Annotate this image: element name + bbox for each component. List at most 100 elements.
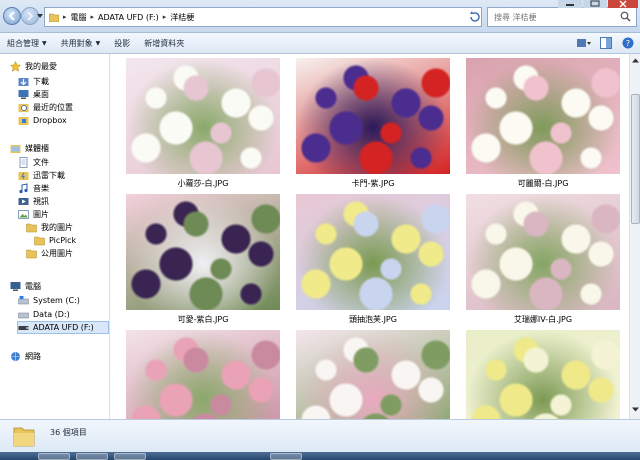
breadcrumb-item-drive[interactable]: ADATA UFD (F:) xyxy=(98,13,159,22)
help-button[interactable]: ? xyxy=(620,35,636,51)
breadcrumb[interactable]: ▸ 電腦 ▸ ADATA UFD (F:) ▸ 洋桔梗 xyxy=(44,7,482,27)
nav-favorites[interactable]: 我的最愛 xyxy=(10,60,57,73)
nav-network[interactable]: 網路 xyxy=(10,350,41,363)
image-thumbnail[interactable] xyxy=(466,58,620,174)
breadcrumb-item-folder[interactable]: 洋桔梗 xyxy=(170,12,194,23)
image-thumbnail[interactable] xyxy=(296,330,450,419)
nav-pictures[interactable]: 圖片 xyxy=(18,208,49,221)
nav-recent-places[interactable]: 最近的位置 xyxy=(18,101,73,114)
back-arrow-icon xyxy=(8,11,15,21)
nav-public-pictures[interactable]: 公用圖片 xyxy=(26,247,73,260)
address-bar: ▸ 電腦 ▸ ADATA UFD (F:) ▸ 洋桔梗 xyxy=(0,0,640,33)
share-label: 共用對象 xyxy=(60,38,93,48)
nav-documents[interactable]: 文件 xyxy=(18,156,49,169)
scrollbar-thumb[interactable] xyxy=(631,94,640,224)
usb-drive-icon xyxy=(18,326,29,330)
nav-picpick[interactable]: PicPick xyxy=(34,234,76,247)
minimize-button[interactable] xyxy=(558,0,582,8)
nav-desktop[interactable]: 桌面 xyxy=(18,88,49,101)
forward-arrow-icon xyxy=(27,11,34,21)
nav-drive-f[interactable]: ADATA UFD (F:) xyxy=(17,321,109,334)
file-name: 頭抽泡芙.JPG xyxy=(349,315,397,324)
file-name: 小蘿莎-白.JPG xyxy=(177,179,229,188)
recent-pages-dropdown-icon[interactable] xyxy=(37,13,43,19)
organize-button[interactable]: 組合管理 ▼ xyxy=(0,34,54,52)
nav-label: System (C:) xyxy=(33,296,80,305)
view-options-button[interactable] xyxy=(576,35,592,51)
taskbar-button[interactable] xyxy=(270,453,302,460)
nav-label: ADATA UFD (F:) xyxy=(33,323,94,332)
nav-drive-c[interactable]: System (C:) xyxy=(18,294,80,307)
folder-icon xyxy=(26,223,37,233)
help-icon: ? xyxy=(622,37,634,49)
pictures-icon xyxy=(18,210,29,219)
nav-drive-d[interactable]: Data (D:) xyxy=(18,308,70,321)
nav-label: 我的圖片 xyxy=(41,223,73,232)
close-button[interactable] xyxy=(608,0,638,8)
navigation-pane: 我的最愛 下載 桌面 最近的位置 Dropbox 媒體櫃 文件 迅雷下載 音樂 … xyxy=(0,54,110,419)
image-thumbnail[interactable] xyxy=(296,194,450,310)
command-bar: 組合管理 ▼ 共用對象 ▼ 投影 新增資料夾 ? xyxy=(0,33,640,54)
search-box[interactable] xyxy=(487,7,637,27)
taskbar-button[interactable] xyxy=(76,453,108,460)
thunder-downloads-icon xyxy=(18,172,29,180)
download-folder-icon xyxy=(18,78,29,86)
new-folder-label: 新增資料夾 xyxy=(144,38,185,48)
folder-icon xyxy=(49,13,59,22)
new-folder-button[interactable]: 新增資料夾 xyxy=(137,34,191,52)
drive-icon xyxy=(18,312,29,319)
scroll-up-icon[interactable] xyxy=(632,57,639,64)
breadcrumb-separator: ▸ xyxy=(63,13,67,21)
search-input[interactable] xyxy=(488,8,608,26)
music-icon xyxy=(19,183,28,194)
nav-label: 公用圖片 xyxy=(41,249,73,258)
details-pane: 36 個項目 xyxy=(0,419,640,452)
computer-icon xyxy=(10,282,21,291)
item-count: 36 個項目 xyxy=(50,428,87,437)
nav-music[interactable]: 音樂 xyxy=(18,182,49,195)
nav-label: 音樂 xyxy=(33,184,49,193)
network-icon xyxy=(11,352,20,361)
chevron-down-icon: ▼ xyxy=(95,39,101,47)
search-icon[interactable] xyxy=(620,11,631,22)
nav-videos[interactable]: 視訊 xyxy=(18,195,49,208)
refresh-icon[interactable] xyxy=(467,9,481,25)
nav-label: 迅雷下載 xyxy=(33,171,65,180)
preview-pane-button[interactable] xyxy=(598,35,614,51)
nav-computer[interactable]: 電腦 xyxy=(10,280,41,293)
nav-label: 桌面 xyxy=(33,90,49,99)
image-thumbnail[interactable] xyxy=(126,194,280,310)
image-thumbnail[interactable] xyxy=(466,194,620,310)
file-name: 卡門-紫.JPG xyxy=(351,179,395,188)
breadcrumb-separator: ▸ xyxy=(90,13,95,21)
maximize-button[interactable] xyxy=(583,0,607,8)
nav-libraries[interactable]: 媒體櫃 xyxy=(10,142,49,155)
nav-my-pictures[interactable]: 我的圖片 xyxy=(26,221,73,234)
image-thumbnail[interactable] xyxy=(126,58,280,174)
image-thumbnail[interactable] xyxy=(466,330,620,419)
recent-places-icon xyxy=(18,104,29,112)
preview-pane-icon xyxy=(600,37,612,49)
nav-label: 視訊 xyxy=(33,197,49,206)
breadcrumb-item-computer[interactable]: 電腦 xyxy=(71,12,87,23)
image-thumbnail[interactable] xyxy=(296,58,450,174)
taskbar-button[interactable] xyxy=(38,453,70,460)
nav-label: Data (D:) xyxy=(33,310,70,319)
back-button[interactable] xyxy=(3,7,21,25)
documents-icon xyxy=(19,157,28,168)
slideshow-button[interactable]: 投影 xyxy=(107,34,137,52)
vertical-scrollbar[interactable] xyxy=(629,54,640,419)
nav-dropbox[interactable]: Dropbox xyxy=(18,114,67,127)
nav-label: 文件 xyxy=(33,158,49,167)
scroll-down-icon[interactable] xyxy=(632,406,639,413)
nav-downloads[interactable]: 下載 xyxy=(18,75,49,88)
nav-thunder-downloads[interactable]: 迅雷下載 xyxy=(18,169,65,182)
share-button[interactable]: 共用對象 ▼ xyxy=(54,34,108,52)
slideshow-label: 投影 xyxy=(114,38,131,48)
star-icon xyxy=(10,61,21,72)
nav-label: 圖片 xyxy=(33,210,49,219)
taskbar-button[interactable] xyxy=(114,453,146,460)
nav-label: Dropbox xyxy=(33,116,67,125)
file-name: 艾瑞娜IV-白.JPG xyxy=(513,315,573,324)
image-thumbnail[interactable] xyxy=(126,330,280,419)
